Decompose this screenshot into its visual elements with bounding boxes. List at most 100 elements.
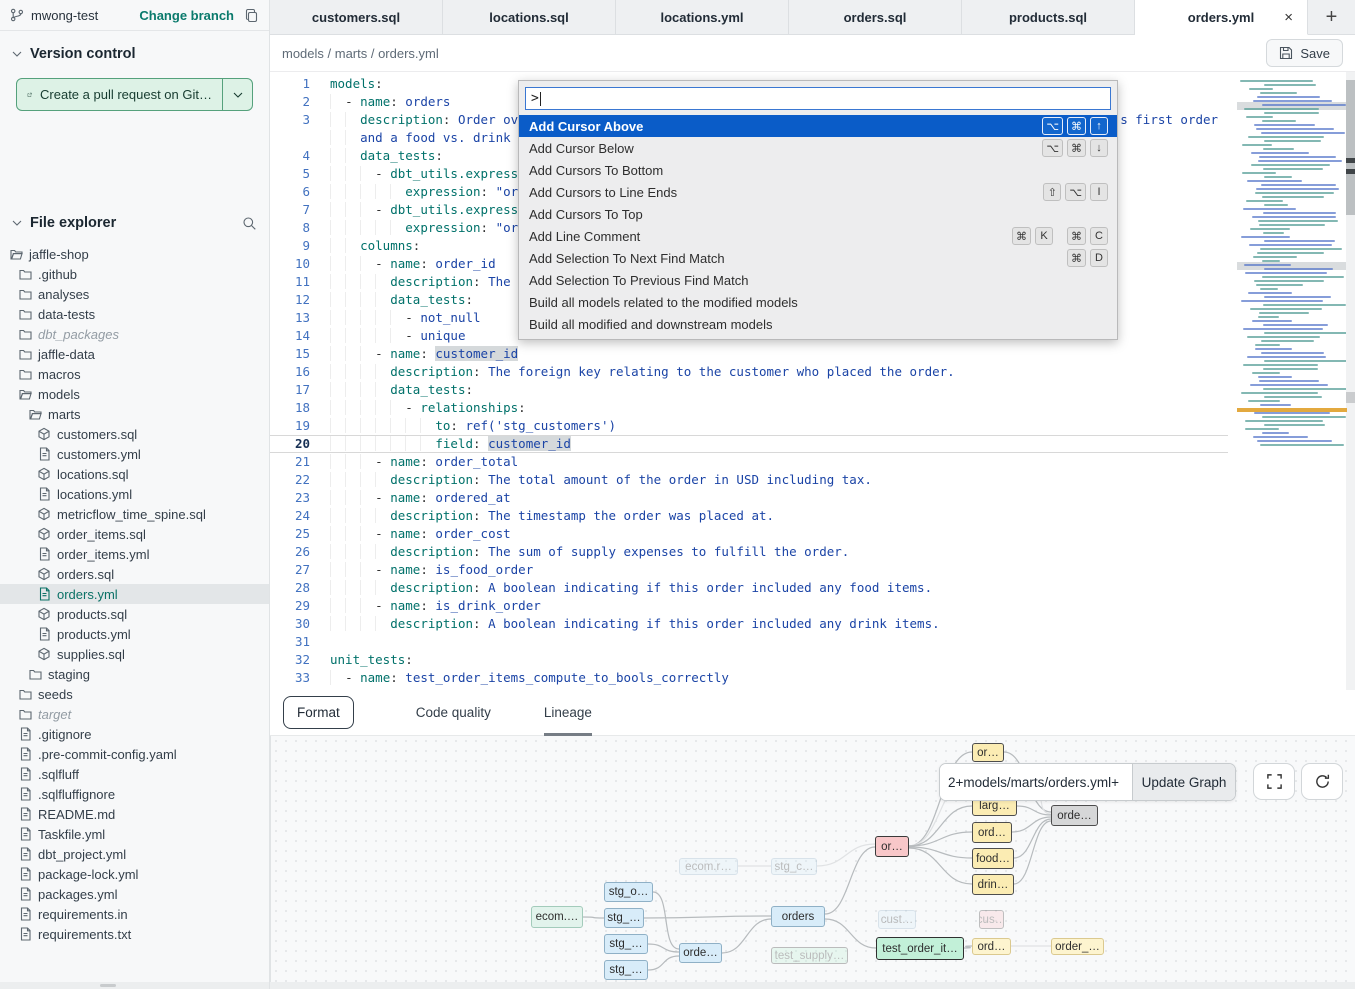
lineage-node[interactable]: orde…	[679, 943, 722, 963]
refresh-button[interactable]	[1301, 763, 1343, 800]
file-tree-item[interactable]: order_items.sql	[0, 524, 269, 544]
fullscreen-button[interactable]	[1253, 763, 1295, 800]
scrollbar-thumb[interactable]	[1346, 80, 1355, 215]
folder-icon	[18, 347, 32, 361]
copy-icon[interactable]	[244, 8, 259, 23]
file-tree-item[interactable]: .github	[0, 264, 269, 284]
command-item[interactable]: Add Cursor Above ⌥⌘↑	[519, 115, 1117, 137]
code-editor[interactable]: 1models:2 - name: orders3 description: O…	[270, 72, 1355, 690]
editor-tab[interactable]: locations.sql ×	[443, 0, 616, 34]
file-tree-item[interactable]: locations.sql	[0, 464, 269, 484]
search-icon[interactable]	[242, 216, 257, 231]
file-tree-item[interactable]: Taskfile.yml	[0, 824, 269, 844]
editor-tab[interactable]: locations.yml ×	[616, 0, 789, 34]
command-item[interactable]: Add Cursors To Bottom	[519, 159, 1117, 181]
lineage-node[interactable]: stg_…	[604, 908, 644, 928]
file-tree-item[interactable]: metricflow_time_spine.sql	[0, 504, 269, 524]
lineage-node[interactable]: cust…	[878, 910, 916, 929]
lineage-node[interactable]: ecom.r…	[679, 858, 738, 875]
file-tree-item[interactable]: orders.yml	[0, 584, 269, 604]
lineage-node[interactable]: or…	[972, 743, 1004, 762]
save-button[interactable]: Save	[1266, 39, 1343, 67]
file-tree-item[interactable]: dbt_packages	[0, 324, 269, 344]
command-item[interactable]: Add Cursor Below ⌥⌘↓	[519, 137, 1117, 159]
file-tree-item[interactable]: order_items.yml	[0, 544, 269, 564]
file-tree-item[interactable]: data-tests	[0, 304, 269, 324]
lineage-node[interactable]: or…	[875, 836, 909, 857]
file-tree-item[interactable]: requirements.in	[0, 904, 269, 924]
editor-tab[interactable]: orders.sql ×	[789, 0, 962, 34]
create-pr-button[interactable]: Create a pull request on Git…	[17, 79, 222, 110]
file-tree-item[interactable]: package-lock.yml	[0, 864, 269, 884]
lineage-node[interactable]: test_supply…	[771, 947, 848, 964]
command-item[interactable]: Add Line Comment ⌘K⌘C	[519, 225, 1117, 247]
file-tree-item[interactable]: customers.yml	[0, 444, 269, 464]
lineage-canvas[interactable]: ecom.… stg_o… stg_… stg_… stg_… orde… or…	[270, 736, 1355, 982]
editor-tab[interactable]: customers.sql ×	[270, 0, 443, 34]
file-tree-item[interactable]: macros	[0, 364, 269, 384]
lineage-node[interactable]: orde…	[1051, 805, 1098, 826]
editor-tab[interactable]: products.sql ×	[962, 0, 1135, 34]
command-palette-input[interactable]: >	[525, 87, 1111, 110]
command-item[interactable]: Build all modified and downstream models	[519, 313, 1117, 335]
file-tree-item[interactable]: README.md	[0, 804, 269, 824]
command-item[interactable]: Add Cursors to Line Ends ⇧⌥I	[519, 181, 1117, 203]
lineage-node[interactable]: cus…	[979, 910, 1004, 929]
file-explorer-header[interactable]: File explorer	[0, 215, 269, 231]
lineage-node[interactable]: food…	[972, 848, 1014, 869]
editor-tab[interactable]: orders.yml ×	[1135, 0, 1308, 35]
close-icon[interactable]: ×	[1284, 9, 1293, 26]
lineage-node[interactable]: stg_o…	[604, 882, 653, 902]
file-tree-item[interactable]: seeds	[0, 684, 269, 704]
folder-icon	[18, 287, 32, 301]
add-tab-button[interactable]: +	[1308, 0, 1355, 34]
lineage-selector-input[interactable]	[940, 764, 1132, 800]
file-tree-item[interactable]: orders.sql	[0, 564, 269, 584]
file-tree-item[interactable]: .sqlfluffignore	[0, 784, 269, 804]
lineage-node[interactable]: drin…	[972, 874, 1014, 895]
file-tree-item[interactable]: customers.sql	[0, 424, 269, 444]
file-tree-item[interactable]: jaffle-shop	[0, 244, 269, 264]
change-branch-link[interactable]: Change branch	[139, 8, 234, 23]
file-tree-item[interactable]: analyses	[0, 284, 269, 304]
file-tree-item[interactable]: products.sql	[0, 604, 269, 624]
editor-vertical-scrollbar[interactable]	[1346, 72, 1355, 690]
sidebar-horizontal-scrollbar[interactable]	[0, 982, 269, 989]
file-tree-item[interactable]: locations.yml	[0, 484, 269, 504]
format-button[interactable]: Format	[283, 696, 354, 729]
lineage-node[interactable]: ord…	[972, 938, 1011, 955]
update-graph-button[interactable]: Update Graph	[1132, 764, 1235, 800]
file-tree-item[interactable]: supplies.sql	[0, 644, 269, 664]
minimap[interactable]	[1237, 80, 1347, 452]
lineage-node[interactable]: order_…	[1051, 938, 1104, 955]
command-item[interactable]: Build all models related to the modified…	[519, 291, 1117, 313]
file-tree-item[interactable]: .sqlfluff	[0, 764, 269, 784]
command-item[interactable]: Add Selection To Next Find Match ⌘D	[519, 247, 1117, 269]
file-tree-item[interactable]: .gitignore	[0, 724, 269, 744]
file-tree-item[interactable]: staging	[0, 664, 269, 684]
file-tree-item[interactable]: products.yml	[0, 624, 269, 644]
lineage-node[interactable]: ord…	[972, 822, 1012, 843]
file-tree-item[interactable]: target	[0, 704, 269, 724]
pr-dropdown-button[interactable]	[222, 79, 252, 110]
lineage-node[interactable]: test_order_it…	[876, 937, 964, 960]
command-item[interactable]: Add Cursors To Top	[519, 203, 1117, 225]
file-tree-item[interactable]: marts	[0, 404, 269, 424]
lineage-node[interactable]: ecom.…	[531, 906, 583, 928]
command-item[interactable]: Add Selection To Previous Find Match	[519, 269, 1117, 291]
lineage-node[interactable]: orders	[771, 906, 825, 927]
panel-tab[interactable]: Code quality	[416, 690, 491, 736]
file-tree-item[interactable]: packages.yml	[0, 884, 269, 904]
panel-tab[interactable]: Lineage	[544, 690, 592, 736]
file-tree-item[interactable]: requirements.txt	[0, 924, 269, 944]
file-tree-item[interactable]: dbt_project.yml	[0, 844, 269, 864]
file-tree-item[interactable]: models	[0, 384, 269, 404]
file-name: orders.yml	[57, 587, 118, 602]
lineage-node[interactable]: stg_c…	[771, 858, 817, 875]
file-tree-item[interactable]: .pre-commit-config.yaml	[0, 744, 269, 764]
lineage-node[interactable]: stg_…	[604, 960, 648, 980]
file-tree-item[interactable]: jaffle-data	[0, 344, 269, 364]
version-control-header[interactable]: Version control	[0, 46, 269, 62]
lineage-node[interactable]: stg_…	[604, 934, 648, 954]
file-name: supplies.sql	[57, 647, 125, 662]
